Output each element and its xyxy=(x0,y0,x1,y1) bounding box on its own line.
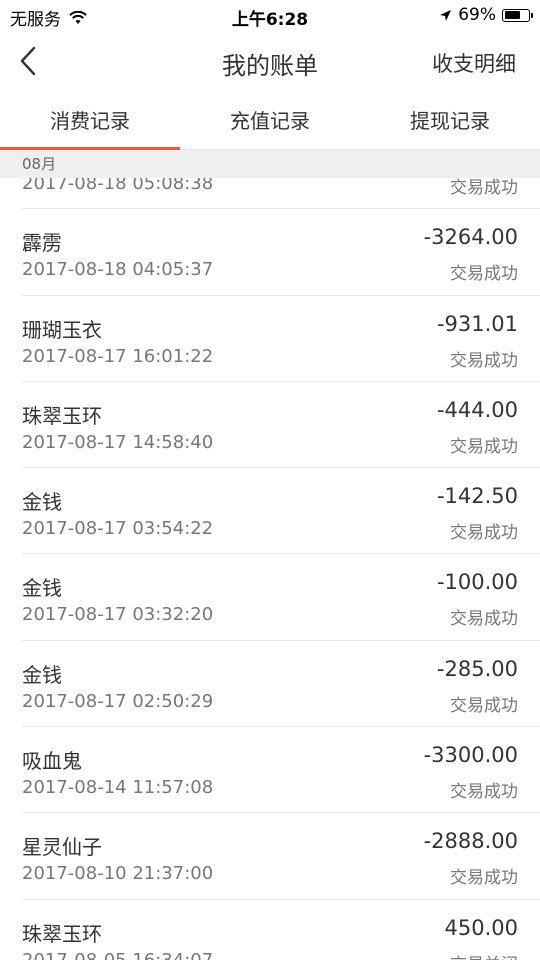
month-section-header: 08月 xyxy=(0,150,540,178)
record-amount: -142.50 xyxy=(436,484,518,509)
records-list-inner: 2017-08-18 05:08:38 交易成功 霹雳 2017-08-18 04:0… xyxy=(0,178,540,960)
record-amount: -2888.00 xyxy=(423,829,518,854)
record-date: 2017-08-18 04:05:37 xyxy=(22,259,214,281)
list-item[interactable]: 金钱 2017-08-17 03:54:22 -142.50 交易成功 xyxy=(22,468,540,555)
record-status: 交易成功 xyxy=(450,350,518,371)
record-name: 珠翠玉环 xyxy=(22,403,102,428)
record-status: 交易成功 xyxy=(450,523,518,544)
list-item[interactable]: 珊瑚玉衣 2017-08-17 16:01:22 -931.01 交易成功 xyxy=(22,296,540,382)
income-expense-detail-button[interactable]: 收支明细 xyxy=(432,48,516,78)
tab-recharge-records[interactable]: 充值记录 xyxy=(180,92,360,150)
record-amount: -3264.00 xyxy=(423,225,518,250)
record-status: 交易成功 xyxy=(450,782,518,803)
record-name: 星灵仙子 xyxy=(22,835,102,860)
record-status: 交易成功 xyxy=(450,436,518,457)
record-date: 2017-08-10 21:37:00 xyxy=(22,863,214,885)
record-status: 交易成功 xyxy=(450,264,518,285)
list-item[interactable]: 2017-08-18 05:08:38 交易成功 xyxy=(22,178,540,210)
list-item[interactable]: 珠翠玉环 2017-08-17 14:58:40 -444.00 交易成功 xyxy=(22,382,540,469)
tab-bar: 消费记录 充值记录 提现记录 xyxy=(0,92,540,150)
record-date: 2017-08-14 11:57:08 xyxy=(22,777,214,799)
tab-consumption-records[interactable]: 消费记录 xyxy=(0,92,180,150)
list-item[interactable]: 霹雳 2017-08-18 04:05:37 -3264.00 交易成功 xyxy=(22,209,540,296)
status-right: 69% xyxy=(439,5,533,25)
record-amount: -285.00 xyxy=(436,656,518,681)
list-item[interactable]: 星灵仙子 2017-08-10 21:37:00 -2888.00 交易成功 xyxy=(22,813,540,900)
record-amount: 450.00 xyxy=(444,915,518,940)
record-amount: -100.00 xyxy=(436,570,518,595)
record-date: 2017-08-17 03:54:22 xyxy=(22,518,214,540)
record-name: 珊瑚玉衣 xyxy=(22,317,102,342)
location-arrow-icon xyxy=(440,9,452,21)
nav-bar: 我的账单 收支明细 xyxy=(0,32,540,92)
record-name: 金钱 xyxy=(22,490,62,515)
record-status: 交易成功 xyxy=(450,695,518,716)
record-status: 交易成功 xyxy=(450,609,518,630)
record-status: 交易成功 xyxy=(450,178,518,198)
record-date: 2017-08-17 03:32:20 xyxy=(22,604,214,626)
record-name: 金钱 xyxy=(22,576,62,601)
record-status: 交易关闭 xyxy=(450,950,518,960)
record-date: 2017-08-17 16:01:22 xyxy=(22,345,214,367)
list-item[interactable]: 吸血鬼 2017-08-14 11:57:08 -3300.00 交易成功 xyxy=(22,727,540,814)
record-name: 吸血鬼 xyxy=(22,749,82,774)
list-item[interactable]: 珠翠玉环 2017-08-05 16:34:07 450.00 交易关闭 xyxy=(22,900,540,960)
status-bar: 无服务 上午6:28 69% xyxy=(0,0,540,32)
record-date: 2017-08-18 05:08:38 xyxy=(22,178,214,194)
record-status: 交易成功 xyxy=(450,868,518,889)
battery-percent: 69% xyxy=(458,5,496,25)
record-date: 2017-08-17 02:50:29 xyxy=(22,690,214,712)
record-name: 霹雳 xyxy=(22,231,62,256)
record-name: 金钱 xyxy=(22,662,62,687)
battery-icon xyxy=(502,8,533,22)
record-amount: -444.00 xyxy=(436,397,518,422)
record-date: 2017-08-05 16:34:07 xyxy=(22,950,213,960)
record-name: 珠翠玉环 xyxy=(22,921,102,946)
list-item[interactable]: 金钱 2017-08-17 02:50:29 -285.00 交易成功 xyxy=(22,641,540,728)
month-label: 08月 xyxy=(22,155,57,173)
list-item[interactable]: 金钱 2017-08-17 03:32:20 -100.00 交易成功 xyxy=(22,554,540,641)
record-amount: -931.01 xyxy=(436,311,518,336)
record-date: 2017-08-17 14:58:40 xyxy=(22,431,214,453)
record-amount: -3300.00 xyxy=(423,743,518,768)
records-list[interactable]: 2017-08-18 05:08:38 交易成功 霹雳 2017-08-18 04:0… xyxy=(0,178,540,960)
tab-withdrawal-records[interactable]: 提现记录 xyxy=(360,92,540,150)
